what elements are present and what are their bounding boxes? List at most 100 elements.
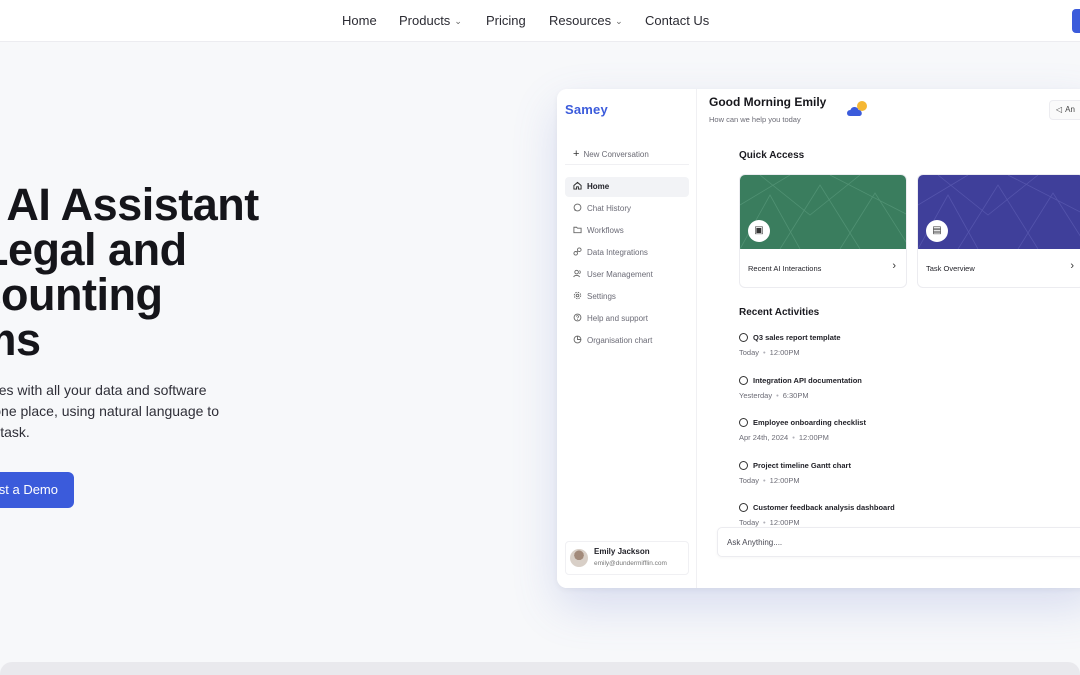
activity-meta: Today • 12:00PM xyxy=(739,348,800,357)
sidebar-item-data-integrations[interactable]: Data Integrations xyxy=(565,243,689,263)
hero-title-line: ams xyxy=(0,314,41,365)
announcements-label: An xyxy=(1065,105,1075,114)
nav-home[interactable]: Home xyxy=(342,13,377,28)
activity-item[interactable]: Integration API documentation Yesterday •… xyxy=(739,376,1079,400)
sidebar-item-home[interactable]: Home xyxy=(565,177,689,197)
quick-access-label: Task Overview xyxy=(926,264,975,273)
greeting-title: Good Morning Emily xyxy=(709,95,827,109)
activity-item[interactable]: Customer feedback analysis dashboard Tod… xyxy=(739,503,1079,527)
activity-date: Today xyxy=(739,348,760,357)
nav-products[interactable]: Products ⌄ xyxy=(399,13,462,28)
chat-bubble-icon xyxy=(739,418,748,427)
recent-activities-title: Recent Activities xyxy=(739,307,820,318)
next-section-edge xyxy=(0,662,1080,675)
sidebar-item-settings[interactable]: Settings xyxy=(565,287,689,307)
activity-title: Q3 sales report template xyxy=(739,333,1079,342)
hero-description-line: ons in one place, using natural language… xyxy=(0,403,219,419)
avatar xyxy=(570,549,588,567)
announcements-button[interactable]: ◁ An xyxy=(1049,100,1080,120)
sidebar-item-workflows[interactable]: Workflows xyxy=(565,221,689,241)
plus-icon: + xyxy=(573,148,580,160)
activity-title-text: Employee onboarding checklist xyxy=(753,418,866,427)
chat-bubble-icon xyxy=(739,333,748,342)
activity-time: 6:30PM xyxy=(782,391,809,400)
hero-description-line: integrates with all your data and softwa… xyxy=(0,382,207,398)
activity-title-text: Customer feedback analysis dashboard xyxy=(753,503,895,512)
app-logo: Samey xyxy=(565,102,608,117)
activity-date: Yesterday xyxy=(739,391,773,400)
gear-icon xyxy=(573,291,582,300)
nav-pricing[interactable]: Pricing xyxy=(486,13,526,28)
quick-access-card-ai-interactions[interactable]: ▣ Recent AI Interactions › xyxy=(739,174,907,288)
app-sidebar: Samey + New Conversation Home Chat Histor… xyxy=(557,89,697,588)
ask-anything-input[interactable]: Ask Anything.... xyxy=(717,527,1080,557)
activity-title-text: Integration API documentation xyxy=(753,376,862,385)
help-circle-icon xyxy=(573,313,582,322)
activity-title: Integration API documentation xyxy=(739,376,1079,385)
nav-pricing-label: Pricing xyxy=(486,13,526,28)
sidebar-item-label: Settings xyxy=(587,292,616,301)
hero-title-line: ccounting xyxy=(0,269,163,320)
activity-time: 12:00PM xyxy=(798,433,829,442)
folder-icon xyxy=(573,226,582,234)
sidebar-item-label: Help and support xyxy=(587,314,648,323)
activity-time: 12:00PM xyxy=(769,476,800,485)
activity-meta: Today • 12:00PM xyxy=(739,476,800,485)
sidebar-item-label: Organisation chart xyxy=(587,336,653,345)
sidebar-item-organisation-chart[interactable]: Organisation chart xyxy=(565,331,689,351)
clipboard-icon: ▤ xyxy=(926,220,948,242)
new-conversation-label: New Conversation xyxy=(583,150,649,159)
sidebar-item-label: Chat History xyxy=(587,204,632,213)
nav-cta-button[interactable] xyxy=(1072,9,1080,33)
activity-meta: Apr 24th, 2024 • 12:00PM xyxy=(739,433,829,442)
activity-time: 12:00PM xyxy=(769,348,800,357)
chat-bubble-icon xyxy=(573,203,582,212)
user-profile-card[interactable]: Emily Jackson emily@dundermifflin.com xyxy=(565,541,689,575)
activity-date: Apr 24th, 2024 xyxy=(739,433,789,442)
hero-description: integrates with all your data and softwa… xyxy=(0,380,292,443)
activity-title: Project timeline Gantt chart xyxy=(739,461,1079,470)
hero-title-line: r Legal and xyxy=(0,224,187,275)
users-icon xyxy=(573,269,581,278)
nav-contact-label: Contact Us xyxy=(645,13,710,28)
nav-resources[interactable]: Resources ⌄ xyxy=(549,13,623,28)
activity-title-text: Q3 sales report template xyxy=(753,333,841,342)
sidebar-item-chat-history[interactable]: Chat History xyxy=(565,199,689,219)
chat-bubble-icon xyxy=(739,376,748,385)
quick-access-title: Quick Access xyxy=(739,150,805,161)
greeting-subtitle: How can we help you today xyxy=(709,115,801,124)
quick-access-label: Recent AI Interactions xyxy=(748,264,822,273)
home-icon xyxy=(573,181,582,190)
quick-access-card-task-overview[interactable]: ▤ Task Overview › xyxy=(917,174,1080,288)
chevron-down-icon: ⌄ xyxy=(454,16,462,26)
chevron-down-icon: ⌄ xyxy=(615,16,623,26)
chat-bubble-icon xyxy=(739,461,748,470)
weather-cloud-icon xyxy=(847,101,867,116)
activity-meta: Yesterday • 6:30PM xyxy=(739,391,809,400)
user-name: Emily Jackson xyxy=(594,547,650,556)
activity-item[interactable]: Project timeline Gantt chart Today • 12:00… xyxy=(739,461,1079,485)
activity-item[interactable]: Employee onboarding checklist Apr 24th, … xyxy=(739,418,1079,442)
app-preview: Samey + New Conversation Home Chat Histor… xyxy=(557,89,1080,588)
new-conversation-button[interactable]: + New Conversation xyxy=(565,143,689,165)
activity-time: 12:00PM xyxy=(769,518,800,527)
activity-date: Today xyxy=(739,476,760,485)
hero-description-line: ish any task. xyxy=(0,424,30,440)
nav-contact[interactable]: Contact Us xyxy=(645,13,709,28)
megaphone-icon: ◁ xyxy=(1056,105,1063,114)
sidebar-item-user-management[interactable]: User Management xyxy=(565,265,689,285)
activity-item[interactable]: Q3 sales report template Today • 12:00PM xyxy=(739,333,1079,357)
chat-bot-icon: ▣ xyxy=(748,220,770,242)
nav-products-label: Products xyxy=(399,13,451,28)
activity-meta: Today • 12:00PM xyxy=(739,518,800,527)
top-nav: Home Products ⌄ Pricing Resources ⌄ Contac… xyxy=(0,0,1080,42)
link-icon xyxy=(573,247,582,256)
ask-anything-placeholder: Ask Anything.... xyxy=(727,538,783,547)
sidebar-item-help[interactable]: Help and support xyxy=(565,309,689,329)
sidebar-item-label: User Management xyxy=(587,270,653,279)
activity-title: Employee onboarding checklist xyxy=(739,418,1079,427)
user-email: emily@dundermifflin.com xyxy=(594,560,667,567)
sidebar-item-label: Home xyxy=(587,182,610,191)
chevron-right-icon: › xyxy=(1070,260,1074,272)
request-demo-button[interactable]: st a Demo xyxy=(0,472,74,508)
